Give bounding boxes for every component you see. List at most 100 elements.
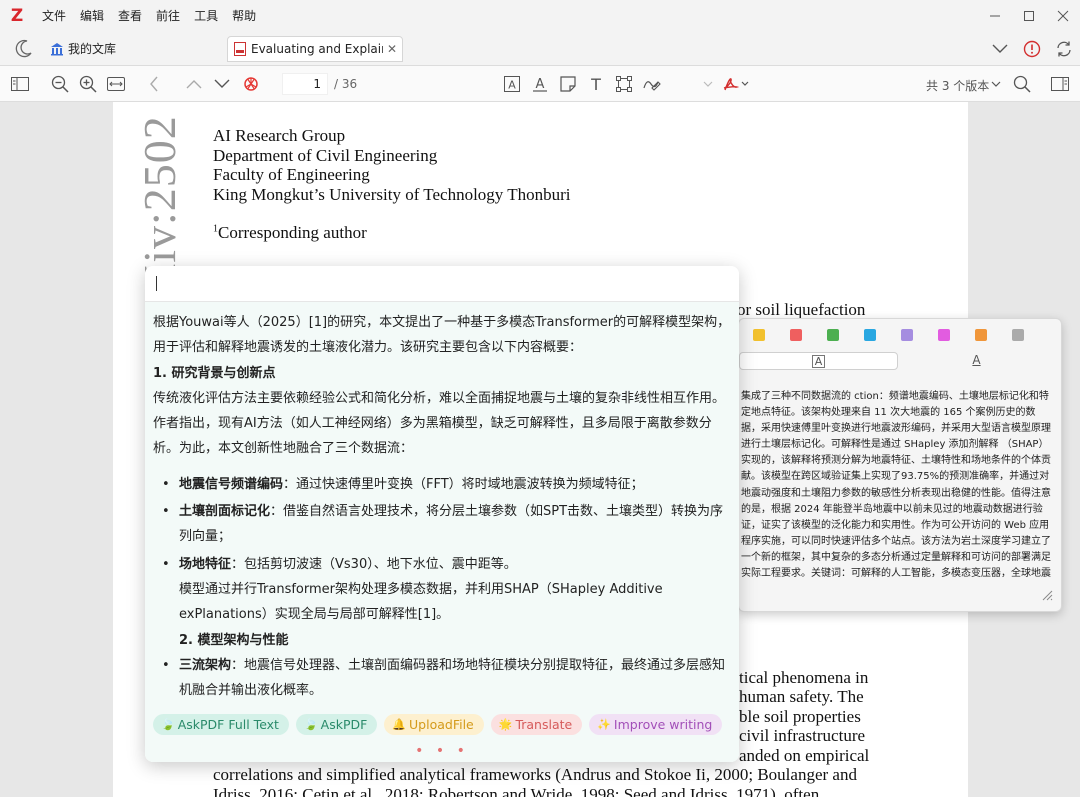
pdf-file-icon	[234, 42, 246, 56]
feature-list: 地震信号频谱编码：通过快速傅里叶变换（FFT）将时域地震波转换为频域特征； 土壤…	[153, 472, 731, 628]
tab-list-chevron-icon[interactable]	[984, 44, 1016, 54]
zotero-logo: Z	[10, 5, 24, 26]
close-icon	[1057, 10, 1069, 21]
menu-go[interactable]: 前往	[156, 7, 180, 24]
translation-panel[interactable]: A A 集成了三种不同数据流的 ction：频谱地震编码、土壤地层标记化和特定地…	[738, 318, 1062, 612]
section-heading: 2. 模型架构与性能	[179, 632, 289, 648]
affiliation-line: Department of Civil Engineering	[213, 145, 438, 165]
svg-text:A: A	[508, 79, 516, 92]
text-box-icon[interactable]: T	[586, 74, 606, 94]
svg-text:A: A	[536, 77, 545, 92]
affiliation-line: King Mongkut’s University of Technology …	[213, 184, 571, 204]
color-swatch-gray[interactable]	[1012, 329, 1024, 341]
affiliation-block: AI Research Group Department of Civil En…	[213, 126, 571, 204]
corresponding-author-text: Corresponding author	[218, 223, 367, 242]
askpdf-full-text-button[interactable]: 🍃 AskPDF Full Text	[153, 714, 289, 735]
more-options-dots[interactable]: • • •	[145, 743, 739, 759]
ai-assistant-popup[interactable]: 根据Youwai等人（2025）[1]的研究，本文提出了一种基于多模态Trans…	[145, 266, 739, 762]
toggle-sidebar-icon[interactable]	[10, 74, 30, 94]
affiliation-line: Faculty of Engineering	[213, 165, 370, 184]
affiliation-line: AI Research Group	[213, 126, 346, 145]
page-total-label: / 36	[334, 77, 358, 91]
document-tab[interactable]: Evaluating and Explaining Earthquake-Ind…	[227, 36, 403, 62]
menu-file[interactable]: 文件	[42, 7, 66, 24]
upload-file-button[interactable]: 🔔 UploadFile	[384, 714, 484, 735]
zoom-in-icon[interactable]	[78, 74, 98, 94]
minimize-icon	[990, 15, 1000, 16]
library-tab-label: 我的文库	[68, 42, 117, 56]
highlight-text-icon[interactable]: A	[502, 74, 522, 94]
sparkle-icon: ✨	[597, 718, 611, 731]
color-swatch-magenta[interactable]	[938, 329, 950, 341]
menu-help[interactable]: 帮助	[232, 7, 256, 24]
color-swatch-yellow[interactable]	[753, 329, 765, 341]
maximize-button[interactable]	[1012, 0, 1046, 31]
star-icon: 🌟	[498, 718, 513, 731]
translation-text: 集成了三种不同数据流的 ction：频谱地震编码、土壤地层标记化和特定地点特征。…	[741, 391, 1051, 580]
maximize-icon	[1024, 10, 1034, 21]
section-heading: 1. 研究背景与创新点	[153, 365, 276, 381]
body-text-fragment: human safety. The	[739, 687, 864, 706]
ai-prompt-input[interactable]	[145, 266, 739, 302]
underline-text-icon[interactable]: A	[530, 74, 550, 94]
select-area-icon[interactable]	[614, 74, 634, 94]
ai-response: 根据Youwai等人（2025）[1]的研究，本文提出了一种基于多模态Trans…	[145, 302, 739, 707]
color-swatch-blue[interactable]	[864, 329, 876, 341]
ai-action-bar: 🍃 AskPDF Full Text 🍃 AskPDF 🔔 UploadFile 🌟 T…	[145, 707, 739, 762]
ai-intro: 根据Youwai等人（2025）[1]的研究，本文提出了一种基于多模态Trans…	[153, 315, 731, 356]
body-text-line: Idriss, 2016; Cetin et al., 2018; Robert…	[213, 785, 820, 797]
color-swatch-red[interactable]	[790, 329, 802, 341]
improve-writing-button[interactable]: ✨ Improve writing	[589, 714, 723, 735]
minimize-button[interactable]	[978, 0, 1012, 31]
body-text-line: correlations and simplified analytical f…	[213, 765, 857, 784]
svg-text:T: T	[590, 76, 601, 92]
menu-edit[interactable]: 编辑	[80, 7, 104, 24]
page-number-input[interactable]: 1	[282, 73, 328, 95]
menu-tools[interactable]: 工具	[194, 7, 218, 24]
sync-error-icon[interactable]	[1016, 40, 1048, 58]
body-text-fragment: anded on empirical	[739, 746, 870, 765]
tab-bar: 我的文库 Evaluating and Explaining Earthquak…	[0, 31, 1080, 66]
versions-chevron-icon[interactable]	[991, 74, 1001, 94]
openai-chat-icon[interactable]	[241, 74, 261, 94]
resize-grip-icon[interactable]	[1041, 589, 1053, 601]
sync-icon[interactable]	[1048, 40, 1080, 58]
askpdf-button[interactable]: 🍃 AskPDF	[295, 714, 378, 735]
body-text-fragment: or soil liquefaction	[737, 300, 866, 319]
back-arrow-icon[interactable]	[144, 74, 164, 94]
color-swatch-purple[interactable]	[901, 329, 913, 341]
color-swatch-orange[interactable]	[975, 329, 987, 341]
close-window-button[interactable]	[1046, 0, 1080, 31]
library-tab[interactable]: 我的文库	[50, 40, 116, 57]
highlight-style-tab[interactable]: A	[739, 352, 898, 370]
body-text-fragment: tical phenomena in	[739, 668, 869, 687]
reader-toolbar: 1 / 36 A A T 共 3 个版本	[0, 66, 1080, 102]
close-tab-icon[interactable]: ✕	[387, 42, 397, 56]
translate-button[interactable]: 🌟 Translate	[490, 714, 583, 735]
leaf-icon: 🍃	[303, 718, 318, 731]
highlight-color-swatches	[753, 329, 1024, 341]
leaf-icon: 🍃	[161, 718, 175, 731]
bell-icon: 🔔	[392, 718, 407, 731]
fit-width-icon[interactable]	[106, 74, 126, 94]
text-caret	[156, 276, 157, 291]
acrobat-pdf-icon[interactable]	[722, 74, 750, 94]
list-item: 场地特征：包括剪切波速（Vs30）、地下水位、震中距等。 模型通过并行Trans…	[153, 552, 731, 628]
body-text-fragment: civil infrastructure	[739, 726, 866, 745]
annotation-style-tabs: A A	[739, 352, 1055, 370]
context-pane-toggle-icon[interactable]	[1050, 74, 1070, 94]
color-dropdown-chevron-icon[interactable]	[698, 74, 718, 94]
underline-style-tab[interactable]: A	[898, 352, 1055, 370]
next-page-icon[interactable]	[212, 74, 232, 94]
versions-dropdown[interactable]: 共 3 个版本	[926, 77, 989, 94]
menu-view[interactable]: 查看	[118, 7, 142, 24]
search-icon[interactable]	[1012, 74, 1032, 94]
library-icon	[51, 42, 63, 55]
note-annotation-icon[interactable]	[558, 74, 578, 94]
section-paragraph: 传统液化评估方法主要依赖经验公式和简化分析，难以全面捕捉地震与土壤的复杂非线性相…	[153, 390, 726, 457]
color-swatch-green[interactable]	[827, 329, 839, 341]
zoom-out-icon[interactable]	[50, 74, 70, 94]
ink-draw-icon[interactable]	[642, 74, 662, 94]
dark-mode-moon-icon[interactable]	[14, 38, 34, 58]
previous-page-icon[interactable]	[184, 74, 204, 94]
